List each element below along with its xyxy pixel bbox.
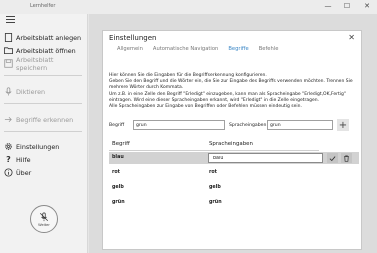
term-label: Begriff xyxy=(109,123,125,128)
sidebar-item-dictate[interactable]: Diktieren xyxy=(4,86,86,97)
sidebar-item-label: Arbeitsblatt anlegen xyxy=(16,33,82,42)
tab-commands[interactable]: Befehle xyxy=(259,46,279,56)
description-paragraph: Um z.B. in eine Zelle den Begriff "Erled… xyxy=(109,91,346,103)
record-button-label: Weiter xyxy=(38,222,50,227)
description-paragraph: Geben Sie den Begriff und die Wörter ein… xyxy=(109,79,353,91)
checkmark-icon xyxy=(329,155,336,161)
description-paragraph: Alle Spracheingaben zur Eingabe von Begr… xyxy=(109,104,302,110)
sidebar-item-label: Arbeitsblatt speichern xyxy=(16,55,54,72)
header-divider xyxy=(109,150,319,151)
save-icon xyxy=(4,59,13,68)
sidebar-item-label: Einstellungen xyxy=(16,142,60,151)
app-title: Lernhelfer xyxy=(30,3,56,9)
table-row[interactable]: gelb gelb xyxy=(109,182,359,194)
column-header-speech: Spracheingaben xyxy=(209,141,253,147)
speech-label: Spracheingaben xyxy=(229,123,267,128)
sidebar-item-open-worksheet[interactable]: Arbeitsblatt öffnen xyxy=(4,45,86,56)
speech-edit-input[interactable] xyxy=(208,153,323,163)
term-cell: rot xyxy=(112,170,120,175)
dialog-close-button[interactable]: ✕ xyxy=(348,33,355,42)
speech-input[interactable] xyxy=(267,120,333,130)
table-row[interactable]: blau xyxy=(109,152,359,164)
minimize-button[interactable]: — xyxy=(322,1,334,12)
arrow-right-icon xyxy=(4,115,13,124)
sidebar-divider xyxy=(4,103,82,104)
term-cell: grün xyxy=(112,200,125,205)
record-button[interactable]: Weiter xyxy=(30,205,58,233)
confirm-button[interactable] xyxy=(327,153,338,163)
tab-general[interactable]: Allgemein xyxy=(117,46,143,56)
term-input[interactable] xyxy=(133,120,225,130)
description-text: Hier können Sie die Eingaben für die Beg… xyxy=(109,73,359,110)
sidebar-item-label: Arbeitsblatt öffnen xyxy=(16,46,76,55)
dialog-tabs: Allgemein Automatische Navigation Begrif… xyxy=(117,46,278,56)
add-term-button[interactable]: + xyxy=(337,119,349,131)
sidebar-item-recognize-terms[interactable]: Begriffe erkennen xyxy=(4,114,86,125)
sidebar: Arbeitsblatt anlegen Arbeitsblatt öffnen… xyxy=(0,14,88,253)
hamburger-menu-icon[interactable] xyxy=(6,16,15,24)
info-icon xyxy=(4,168,13,177)
sidebar-item-label: Diktieren xyxy=(16,87,46,96)
sidebar-item-label: Begriffe erkennen xyxy=(16,115,74,124)
sidebar-item-label: Über xyxy=(16,168,32,177)
tab-terms[interactable]: Begriffe xyxy=(228,46,248,56)
sidebar-item-label: Hilfe xyxy=(16,155,31,164)
sidebar-divider xyxy=(4,131,82,132)
delete-button[interactable] xyxy=(341,153,352,163)
term-cell: gelb xyxy=(112,185,124,190)
title-bar: Lernhelfer — ☐ ✕ xyxy=(0,0,377,14)
new-worksheet-icon xyxy=(4,33,13,42)
dialog-title: Einstellungen xyxy=(109,34,157,42)
tab-auto-navigation[interactable]: Automatische Navigation xyxy=(153,46,218,56)
gear-icon xyxy=(4,142,13,151)
table-row[interactable]: grün grün xyxy=(109,197,359,209)
sidebar-item-save-worksheet[interactable]: Arbeitsblatt speichern xyxy=(4,55,86,72)
question-icon: ? xyxy=(6,155,11,164)
trash-icon xyxy=(344,155,349,162)
open-folder-icon xyxy=(4,46,13,55)
column-header-term: Begriff xyxy=(112,141,130,147)
speech-cell: rot xyxy=(209,170,217,175)
microphone-icon xyxy=(4,87,13,96)
speech-cell: grün xyxy=(209,200,222,205)
sidebar-item-about[interactable]: Über xyxy=(4,167,86,178)
term-entry-form: Begriff Spracheingaben + xyxy=(109,119,359,132)
sidebar-item-settings[interactable]: Einstellungen xyxy=(4,141,86,152)
microphone-off-icon xyxy=(39,211,49,221)
table-row[interactable]: rot rot xyxy=(109,167,359,179)
close-window-button[interactable]: ✕ xyxy=(361,1,373,12)
term-cell: blau xyxy=(112,155,124,160)
sidebar-item-help[interactable]: ? Hilfe xyxy=(4,154,86,165)
sidebar-item-new-worksheet[interactable]: Arbeitsblatt anlegen xyxy=(4,32,86,43)
speech-cell: gelb xyxy=(209,185,221,190)
main-area: Einstellungen ✕ Allgemein Automatische N… xyxy=(89,14,377,253)
maximize-button[interactable]: ☐ xyxy=(341,1,353,12)
sidebar-divider xyxy=(4,75,82,76)
settings-dialog: Einstellungen ✕ Allgemein Automatische N… xyxy=(102,30,362,250)
terms-table-header: Begriff Spracheingaben xyxy=(109,141,359,151)
